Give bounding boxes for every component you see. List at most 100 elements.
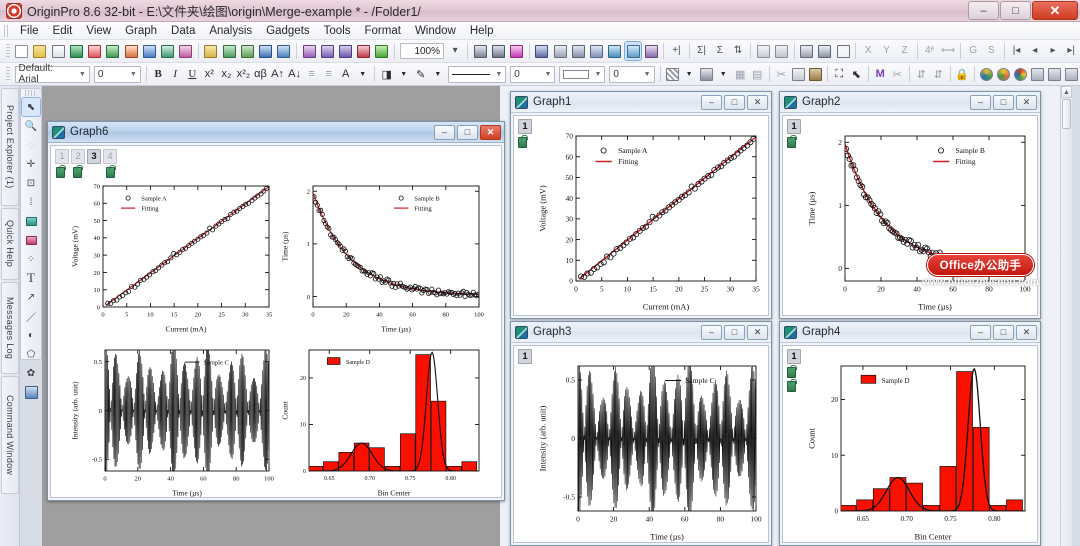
menu-file[interactable]: File <box>13 24 46 38</box>
graph6-layer-tab-1[interactable]: 1 <box>55 149 69 164</box>
line-width-combo[interactable]: 0 ▼ <box>510 66 555 83</box>
decrease-font-button[interactable]: A↓ <box>287 66 302 83</box>
fill-color-dropdown-icon[interactable]: ▼ <box>396 66 411 83</box>
extract-to-layers-icon[interactable] <box>552 42 568 60</box>
zoom-tool-icon[interactable]: 🔍 <box>22 117 40 135</box>
sort-icon[interactable]: ⇅ <box>730 42 746 60</box>
graph1-window[interactable]: Graph1 – □ ✕ 1 0510152025303501020304050… <box>510 91 772 319</box>
menu-graph[interactable]: Graph <box>118 24 164 38</box>
lock-icon[interactable]: 🔒 <box>955 66 970 83</box>
align-left-button[interactable]: ≡ <box>304 66 319 83</box>
workspace-vertical-scrollbar[interactable]: ▲ <box>1060 86 1072 546</box>
new-graph-icon[interactable] <box>87 42 103 60</box>
graph6-panel-sample-a[interactable]: 05101520253035010203040506070Current (mA… <box>69 178 277 333</box>
pattern-fill-button[interactable] <box>665 66 680 83</box>
graph4-minimize-button[interactable]: – <box>970 325 991 340</box>
pointer-icon[interactable]: ⬉ <box>849 66 864 83</box>
fill-pattern-combo[interactable]: ▼ <box>559 66 605 83</box>
graph1-close-button[interactable]: ✕ <box>747 95 768 110</box>
menu-analysis[interactable]: Analysis <box>202 24 259 38</box>
move-last-icon[interactable]: ▸| <box>1063 42 1079 60</box>
zoom-fit-icon[interactable]: ⛶ <box>832 66 847 83</box>
error-bar-icon[interactable]: 4ᵉ <box>922 42 938 60</box>
new-folder-icon[interactable] <box>32 42 48 60</box>
layer-contents-icon[interactable] <box>625 42 641 60</box>
interpolate-icon[interactable] <box>773 42 789 60</box>
new-layer-icon[interactable] <box>534 42 550 60</box>
graph4-window[interactable]: Graph4 – □ ✕ 1 0.650.700.750.8001020Bin … <box>779 321 1041 546</box>
graph2-maximize-button[interactable]: □ <box>993 95 1014 110</box>
graph6-layer-tab-4[interactable]: 4 <box>103 149 117 164</box>
zoom-level-combo[interactable]: 100% <box>400 43 444 59</box>
scissors-icon[interactable]: ✂ <box>890 66 905 83</box>
image-tool-icon[interactable] <box>22 383 40 401</box>
arrow-tool-icon[interactable]: ↗ <box>22 288 40 306</box>
graph4-titlebar[interactable]: Graph4 – □ ✕ <box>780 322 1040 343</box>
lock-icon[interactable] <box>106 167 115 178</box>
zoom-dropdown-icon[interactable]: ▾ <box>447 42 463 60</box>
bold-button[interactable]: B <box>151 66 166 83</box>
column-chart-icon[interactable] <box>798 42 814 60</box>
font-color-dropdown-icon[interactable]: ▼ <box>355 66 370 83</box>
superscript-button[interactable]: x² <box>202 66 217 83</box>
graph6-close-button[interactable]: ✕ <box>480 125 501 140</box>
underline-button[interactable]: U <box>185 66 200 83</box>
maximize-button[interactable]: □ <box>1000 1 1031 20</box>
theme-icon[interactable] <box>979 66 994 83</box>
chart2-icon[interactable] <box>1047 66 1062 83</box>
set-as-x-icon[interactable]: X <box>860 42 876 60</box>
save-project-icon[interactable] <box>258 42 274 60</box>
scroll-up-arrow-icon[interactable]: ▲ <box>1061 86 1072 98</box>
sidebar-item-quick-help[interactable]: Quick Help <box>1 208 19 280</box>
pointer-tool-icon[interactable]: ⬉ <box>22 98 40 116</box>
import-wizard-icon[interactable] <box>301 42 317 60</box>
import-multiple-ascii-icon[interactable] <box>337 42 353 60</box>
fill-value-combo[interactable]: 0 ▼ <box>609 66 654 83</box>
graph1-maximize-button[interactable]: □ <box>724 95 745 110</box>
menu-help[interactable]: Help <box>463 24 501 38</box>
open-excel-icon[interactable] <box>221 42 237 60</box>
sigma-icon[interactable]: Σ| <box>693 42 709 60</box>
normalize-icon[interactable] <box>755 42 771 60</box>
lock-icon[interactable] <box>787 137 796 148</box>
new-layout-icon[interactable] <box>141 42 157 60</box>
add-layer-icon[interactable] <box>607 42 623 60</box>
statistics-icon[interactable]: Σ <box>712 42 728 60</box>
print-preview-icon[interactable] <box>490 42 506 60</box>
tools-palette-grip[interactable] <box>25 90 37 96</box>
graph6-layer-tab-2[interactable]: 2 <box>71 149 85 164</box>
data-reader-tool-icon[interactable]: ⊡ <box>22 174 40 192</box>
close-button[interactable]: ✕ <box>1032 1 1078 20</box>
graph6-panel-sample-c[interactable]: 020406080100-0.500.5Time (µs)Intensity (… <box>69 342 277 497</box>
raise-icon[interactable]: ⇵ <box>914 66 929 83</box>
new-image-icon[interactable] <box>178 42 194 60</box>
menu-format[interactable]: Format <box>358 24 408 38</box>
set-as-z-icon[interactable]: Z <box>897 42 913 60</box>
font-color-button[interactable]: A <box>338 66 353 83</box>
graph3-panel-sample-c[interactable]: 020406080100-0.500.5Time (µs)Intensity (… <box>536 356 766 541</box>
fill-color-button[interactable]: ◨ <box>379 66 394 83</box>
greek-button[interactable]: αβ <box>253 66 268 83</box>
lock-icon[interactable] <box>56 167 65 178</box>
grid-icon[interactable]: ▦ <box>733 66 748 83</box>
save-template-icon[interactable] <box>276 42 292 60</box>
graph2-minimize-button[interactable]: – <box>970 95 991 110</box>
regional-data-selector-tool-icon[interactable] <box>22 231 40 249</box>
copy-icon[interactable] <box>791 66 806 83</box>
minimize-button[interactable]: – <box>968 1 999 20</box>
graph4-layer-tab-1[interactable]: 1 <box>787 349 801 364</box>
menu-tools[interactable]: Tools <box>317 24 358 38</box>
graph3-maximize-button[interactable]: □ <box>724 325 745 340</box>
graph6-layer-tab-3[interactable]: 3 <box>87 149 101 164</box>
increase-font-button[interactable]: A↑ <box>270 66 285 83</box>
graph6-window[interactable]: Graph6 – □ ✕ 1 2 3 4 <box>47 121 505 501</box>
lock-icon[interactable] <box>73 167 82 178</box>
screen-reader-tool-icon[interactable]: ✛ <box>22 155 40 173</box>
graph6-panel-sample-b[interactable]: 020406080100012Time (µs)Time (µs)Sample … <box>279 178 487 333</box>
menu-gadgets[interactable]: Gadgets <box>259 24 316 38</box>
graph2-close-button[interactable]: ✕ <box>1016 95 1037 110</box>
open-project-icon[interactable] <box>203 42 219 60</box>
regional-mask-tool-icon[interactable] <box>22 212 40 230</box>
plot-setup-icon[interactable] <box>643 42 659 60</box>
graph3-close-button[interactable]: ✕ <box>747 325 768 340</box>
